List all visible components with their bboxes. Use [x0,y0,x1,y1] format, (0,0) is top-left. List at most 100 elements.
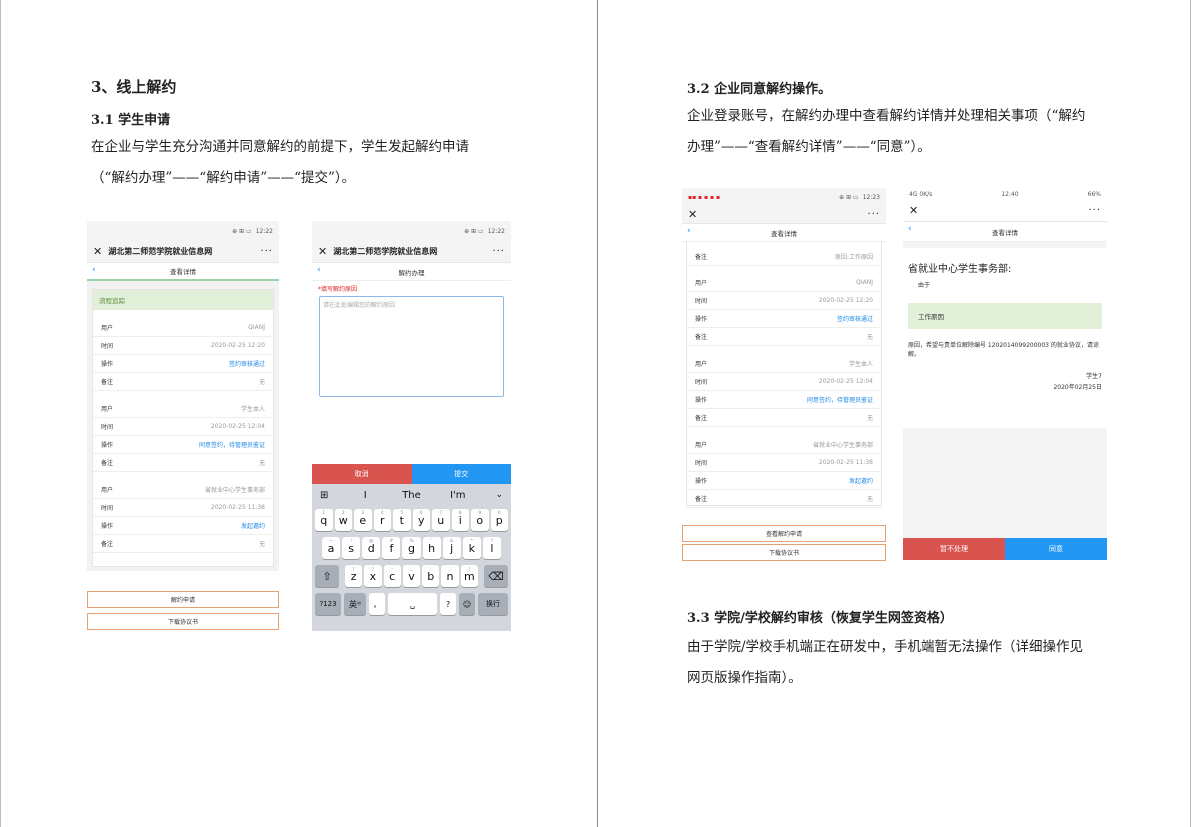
key[interactable]: _ v [402,565,421,587]
space-key[interactable]: ␣ [388,593,437,615]
detail-value: QIANJ [856,279,873,286]
back-icon[interactable]: ‹ [908,224,912,234]
key[interactable]: / m [460,565,478,587]
key[interactable]: 9o [471,509,489,531]
language-key[interactable]: 英中 [344,593,366,615]
detail-row: 操作 签约审核通过 [93,355,273,373]
flow-tracking-header: 流程追踪 [93,290,273,310]
detail-value: 2020-02-25 12:20 [818,297,873,304]
more-icon[interactable]: ··· [492,246,505,257]
key[interactable]: 5t [393,509,411,531]
backspace-key[interactable]: ⌫ [484,565,508,587]
key[interactable]: 4r [373,509,391,531]
detail-value: 同意签约，待管理员鉴证 [198,442,265,449]
key[interactable]: 1q [315,509,333,531]
letter-recipient: 省就业中心学生事务部: [908,264,1012,275]
more-icon[interactable]: ··· [867,209,880,220]
key[interactable]: @ d [362,537,381,559]
detail-key: 用户 [101,406,114,413]
detail-row: 备注 无 [93,454,273,472]
detail-row: 时间 2020-02-25 11:38 [687,454,881,472]
status-icons: ⊕ ⊞ ▭ [464,227,484,235]
keyboard-hide-icon[interactable]: ⌄ [481,490,503,500]
key[interactable]: 0p [490,509,508,531]
reason-textarea[interactable]: 请在此处编辑您的解约原因 [319,296,504,397]
question-key[interactable]: ? [440,593,456,615]
key[interactable]: # f [382,537,401,559]
key[interactable]: ' h [422,537,441,559]
submit-button[interactable]: 提交 [411,464,511,484]
detail-row: 用户 学生本人 [687,355,881,373]
detail-key: 操作 [695,397,708,404]
grid-icon[interactable]: ⊞ [320,490,342,501]
download-agreement-button[interactable]: 下载协议书 [87,613,279,630]
detail-key: 操作 [101,442,114,449]
detail-row: 操作 同意签约，待管理员鉴证 [687,391,881,409]
close-icon[interactable]: ✕ [93,245,102,258]
key[interactable]: 8i [451,509,469,531]
detail-value: 无 [866,496,873,503]
detail-row: 操作 发起邀约 [93,517,273,535]
detail-value: 发起邀约 [848,478,873,485]
reject-button[interactable]: 暂不处理 [903,538,1005,560]
detail-key: 备注 [101,379,114,386]
detail-value: 2020-02-25 11:38 [210,504,265,511]
key[interactable]: 7u [432,509,450,531]
enter-key[interactable]: 换行 [478,593,508,615]
close-icon[interactable]: ✕ [318,245,327,258]
close-icon[interactable]: ✕ [909,204,918,217]
detail-row: 备注 无 [93,535,273,553]
view-cancel-request-button[interactable]: 查看解约申请 [682,525,886,542]
back-icon[interactable]: ‹ [92,265,96,275]
back-icon[interactable]: ‹ [687,226,691,236]
status-icons: ⊕ ⊞ ▭ [232,227,252,235]
detail-key: 用户 [101,325,114,332]
reason-label: *填写解约原因 [318,286,358,293]
key[interactable]: ; n [441,565,459,587]
key[interactable]: 2w [334,509,352,531]
detail-value: QIANJ [248,324,265,331]
paragraph-3-1: 在企业与学生充分沟通并同意解约的前提下，学生发起解约申请 （“解约办理”——“解… [91,139,469,186]
key[interactable]: (z [345,565,363,587]
key[interactable]: ! s [342,537,361,559]
key[interactable]: * k [462,537,481,559]
key[interactable]: & j [442,537,461,559]
key[interactable]: ) x [364,565,382,587]
key[interactable]: ~ a [322,537,341,559]
detail-key: 操作 [695,316,708,323]
comma-key[interactable]: ， [369,593,385,615]
detail-row: 备注 无 [687,328,881,346]
screenshot-view-details: ⊕ ⊞ ▭ 12:22 ✕ 湖北第二师范学院就业信息网 ··· ‹ 查看详情 流程追踪 … [87,221,279,631]
agree-button[interactable]: 同意 [1005,538,1107,560]
key[interactable]: :b [422,565,440,587]
numbers-key[interactable]: ?123 [315,593,341,615]
key[interactable]: -c [383,565,401,587]
detail-row: 备注 无 [93,373,273,391]
detail-key: 时间 [695,298,708,305]
detail-value: 省就业中心学生事务部 [204,487,265,494]
detail-key: 操作 [101,361,114,368]
emoji-key[interactable]: ☺ [459,593,475,615]
screenshot-cancel-letter: 4G 0K/s 12:40 66% ✕ ··· ‹ 查看详情 省就业中心学生事务部: 由… [903,188,1107,560]
more-icon[interactable]: ··· [1088,205,1101,216]
cancel-button[interactable]: 取消 [312,464,412,484]
back-icon[interactable]: ‹ [317,265,321,275]
apply-cancel-button[interactable]: 解约申请 [87,591,279,608]
detail-key: 时间 [695,460,708,467]
detail-value: 签约审核通过 [836,316,873,323]
close-icon[interactable]: ✕ [688,208,697,221]
download-agreement-button[interactable]: 下载协议书 [682,544,886,561]
status-left-icons: ▪▪ ▪ ▪ ▪ ▪ [688,193,721,201]
detail-key: 用户 [695,361,708,368]
detail-value: 省就业中心学生事务部 [812,442,873,449]
key[interactable]: 6y [412,509,430,531]
detail-key: 时间 [101,424,114,431]
more-icon[interactable]: ··· [260,246,273,257]
section-heading-3: 3、线上解约 [91,78,177,96]
key[interactable]: % g [402,537,421,559]
key[interactable]: ? l [482,537,501,559]
shift-key[interactable]: ⇧ [315,565,339,587]
detail-value: 2020-02-25 12:04 [210,423,265,430]
detail-key: 时间 [101,343,114,350]
key[interactable]: 3e [354,509,372,531]
